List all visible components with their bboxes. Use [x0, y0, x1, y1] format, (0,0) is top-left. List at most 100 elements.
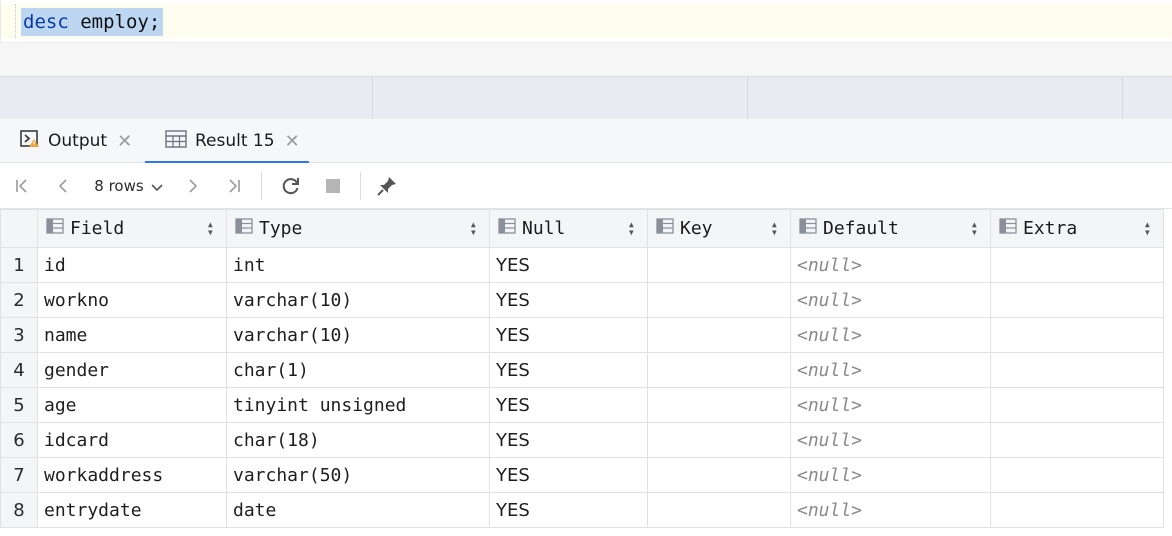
sort-icon[interactable]: ▴ ▾ — [207, 218, 214, 238]
cell-extra[interactable] — [990, 247, 1164, 283]
sort-icon[interactable]: ▴ ▾ — [771, 218, 778, 238]
cell-null[interactable]: YES — [489, 387, 648, 423]
rows-count-dropdown[interactable]: 8 rows — [90, 163, 168, 209]
cell-field[interactable]: workno — [37, 282, 227, 318]
column-label: Type — [259, 218, 303, 239]
cell-field[interactable]: gender — [37, 352, 227, 388]
cell-key[interactable] — [647, 317, 791, 353]
cell-default[interactable]: <null> — [790, 387, 991, 423]
cell-default[interactable]: <null> — [790, 492, 991, 528]
cell-null[interactable]: YES — [489, 247, 648, 283]
cell-key[interactable] — [647, 282, 791, 318]
column-header-null[interactable]: Null ▴ ▾ — [489, 209, 648, 248]
close-icon[interactable]: ✕ — [285, 131, 300, 152]
cell-null[interactable]: YES — [489, 317, 648, 353]
column-icon — [498, 218, 516, 239]
header-row: Field ▴ ▾ Type ▴ ▾ Null ▴ ▾ Key ▴ ▾ Default — [0, 209, 1164, 248]
strip-splitter[interactable] — [747, 77, 748, 120]
strip-splitter[interactable] — [372, 77, 373, 120]
cell-key[interactable] — [647, 422, 791, 458]
cell-key[interactable] — [647, 492, 791, 528]
editor-current-line — [1, 4, 1172, 38]
last-page-icon[interactable] — [220, 163, 248, 209]
row-number: 7 — [0, 457, 38, 493]
cell-extra[interactable] — [990, 457, 1164, 493]
refresh-icon[interactable] — [276, 163, 306, 209]
table-row[interactable]: 3 name varchar(10) YES <null> — [0, 317, 1164, 353]
cell-default[interactable]: <null> — [790, 352, 991, 388]
column-header-default[interactable]: Default ▴ ▾ — [790, 209, 991, 248]
tab-result[interactable]: Result 15 ✕ — [145, 119, 309, 164]
cell-null[interactable]: YES — [489, 457, 648, 493]
column-icon — [999, 218, 1017, 239]
cell-field[interactable]: entrydate — [37, 492, 227, 528]
column-header-extra[interactable]: Extra ▴ ▾ — [990, 209, 1164, 248]
sort-icon[interactable]: ▴ ▾ — [971, 218, 978, 238]
table-row[interactable]: 4 gender char(1) YES <null> — [0, 352, 1164, 388]
table-row[interactable]: 5 age tinyint unsigned YES <null> — [0, 387, 1164, 423]
cell-extra[interactable] — [990, 387, 1164, 423]
row-number: 8 — [0, 492, 38, 528]
cell-type[interactable]: varchar(50) — [226, 457, 490, 493]
cell-field[interactable]: idcard — [37, 422, 227, 458]
result-grid: Field ▴ ▾ Type ▴ ▾ Null ▴ ▾ Key ▴ ▾ Default — [0, 209, 1172, 528]
cell-null[interactable]: YES — [489, 282, 648, 318]
table-row[interactable]: 1 id int YES <null> — [0, 247, 1164, 283]
cell-type[interactable]: varchar(10) — [226, 282, 490, 318]
strip-splitter[interactable] — [1122, 77, 1123, 120]
first-page-icon[interactable] — [8, 163, 36, 209]
cell-default[interactable]: <null> — [790, 457, 991, 493]
cell-extra[interactable] — [990, 352, 1164, 388]
cell-type[interactable]: date — [226, 492, 490, 528]
table-row[interactable]: 2 workno varchar(10) YES <null> — [0, 282, 1164, 318]
table-row[interactable]: 7 workaddress varchar(50) YES <null> — [0, 457, 1164, 493]
sql-editor[interactable]: desc employ; — [0, 0, 1172, 42]
close-icon[interactable]: ✕ — [117, 131, 132, 152]
cell-key[interactable] — [647, 247, 791, 283]
column-label: Null — [522, 218, 566, 239]
tab-output[interactable]: Output ✕ — [20, 119, 132, 163]
previous-page-icon[interactable] — [50, 163, 76, 209]
cell-default[interactable]: <null> — [790, 247, 991, 283]
table-row[interactable]: 6 idcard char(18) YES <null> — [0, 422, 1164, 458]
cell-key[interactable] — [647, 457, 791, 493]
cell-null[interactable]: YES — [489, 422, 648, 458]
cell-type[interactable]: char(18) — [226, 422, 490, 458]
stop-icon[interactable] — [318, 163, 348, 209]
cell-type[interactable]: char(1) — [226, 352, 490, 388]
cell-field[interactable]: age — [37, 387, 227, 423]
next-page-icon[interactable] — [180, 163, 206, 209]
cell-default[interactable]: <null> — [790, 422, 991, 458]
column-header-type[interactable]: Type ▴ ▾ — [226, 209, 490, 248]
sort-icon[interactable]: ▴ ▾ — [470, 218, 477, 238]
cell-extra[interactable] — [990, 317, 1164, 353]
cell-extra[interactable] — [990, 282, 1164, 318]
pin-icon[interactable] — [372, 163, 402, 209]
cell-null[interactable]: YES — [489, 352, 648, 388]
cell-type[interactable]: tinyint unsigned — [226, 387, 490, 423]
table-row[interactable]: 8 entrydate date YES <null> — [0, 492, 1164, 528]
cell-key[interactable] — [647, 352, 791, 388]
cell-field[interactable]: workaddress — [37, 457, 227, 493]
sort-icon[interactable]: ▴ ▾ — [1144, 218, 1151, 238]
cell-extra[interactable] — [990, 492, 1164, 528]
column-header-key[interactable]: Key ▴ ▾ — [647, 209, 791, 248]
cell-key[interactable] — [647, 387, 791, 423]
cell-extra[interactable] — [990, 422, 1164, 458]
cell-type[interactable]: varchar(10) — [226, 317, 490, 353]
row-number: 4 — [0, 352, 38, 388]
column-header-field[interactable]: Field ▴ ▾ — [37, 209, 227, 248]
editor-area[interactable] — [0, 42, 1172, 76]
selected-code[interactable]: desc employ; — [21, 8, 164, 36]
column-icon — [46, 218, 64, 239]
cell-default[interactable]: <null> — [790, 317, 991, 353]
cell-default[interactable]: <null> — [790, 282, 991, 318]
cell-field[interactable]: name — [37, 317, 227, 353]
cell-type[interactable]: int — [226, 247, 490, 283]
results-tabbar: Output ✕ Result 15 ✕ — [0, 119, 1172, 164]
cell-null[interactable]: YES — [489, 492, 648, 528]
sort-icon[interactable]: ▴ ▾ — [628, 218, 635, 238]
row-number: 6 — [0, 422, 38, 458]
console-output-icon — [20, 129, 40, 153]
cell-field[interactable]: id — [37, 247, 227, 283]
